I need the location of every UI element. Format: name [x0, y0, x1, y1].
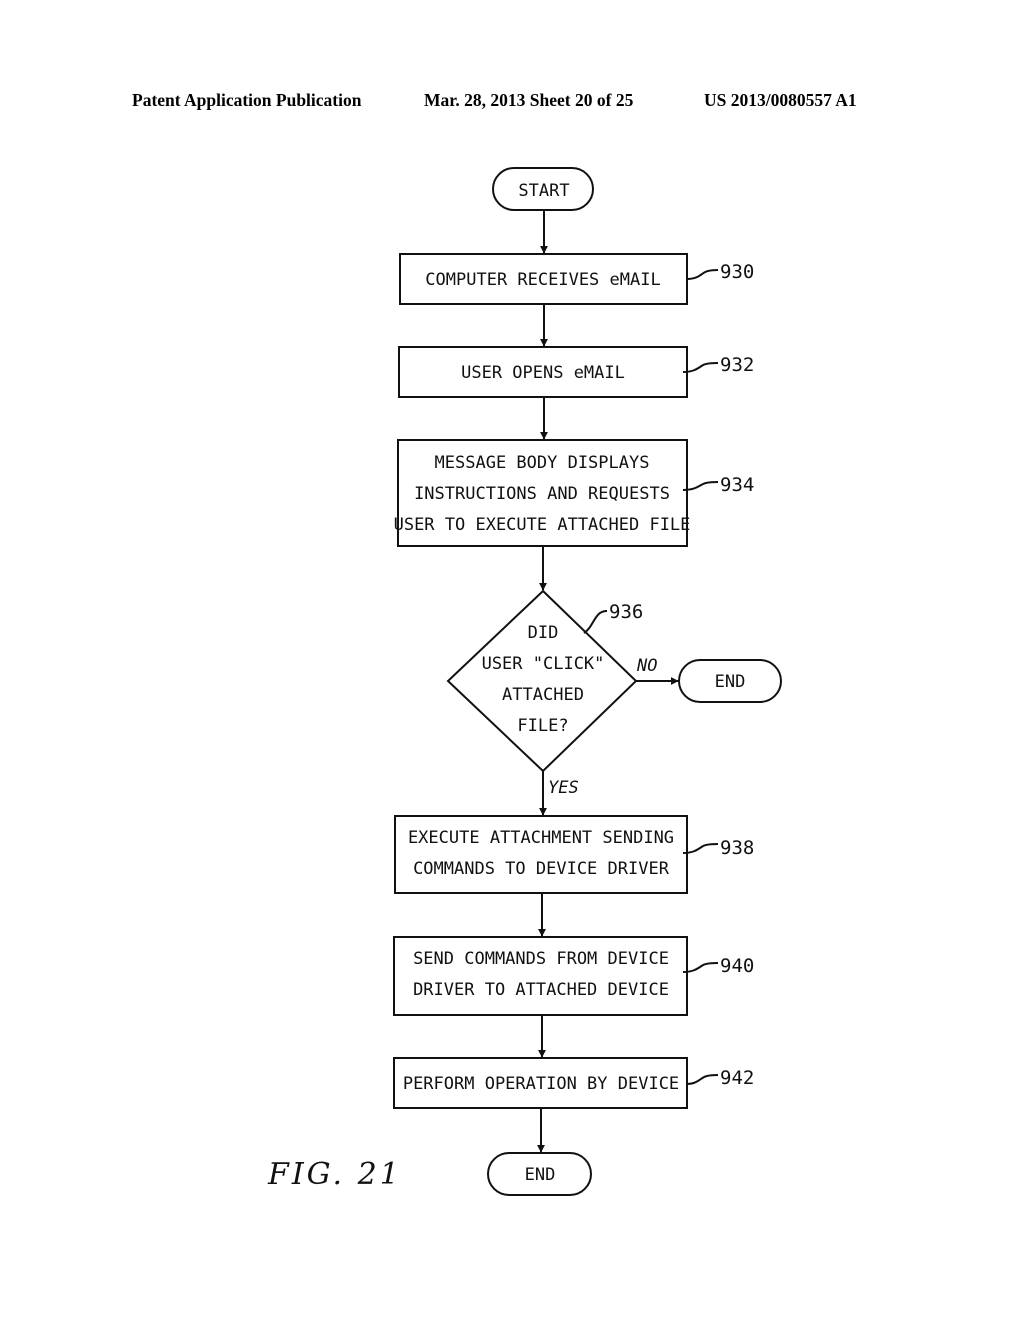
step-938-line-1: EXECUTE ATTACHMENT SENDING	[408, 828, 674, 848]
start-label: START	[518, 181, 569, 201]
ref-934: 934	[720, 474, 754, 496]
leader-930	[686, 269, 719, 280]
leader-942	[686, 1074, 719, 1085]
step-938-line-2: COMMANDS TO DEVICE DRIVER	[413, 859, 670, 879]
step-930-label: COMPUTER RECEIVES eMAIL	[425, 270, 660, 290]
decision-line-3: ATTACHED	[502, 685, 584, 705]
ref-930: 930	[720, 261, 754, 283]
end-no-label: END	[715, 672, 746, 692]
end-label: END	[525, 1165, 556, 1185]
decision-line-2: USER "CLICK"	[482, 654, 605, 674]
yes-label: YES	[548, 778, 579, 798]
flowchart: START COMPUTER RECEIVES eMAIL 930 USER O…	[267, 167, 782, 1196]
step-940-line-1: SEND COMMANDS FROM DEVICE	[413, 949, 669, 969]
step-942-label: PERFORM OPERATION BY DEVICE	[403, 1074, 679, 1094]
step-940-line-2: DRIVER TO ATTACHED DEVICE	[413, 980, 669, 1000]
leader-934	[682, 481, 719, 491]
step-932-label: USER OPENS eMAIL	[461, 363, 625, 383]
ref-938: 938	[720, 837, 754, 859]
ref-932: 932	[720, 354, 754, 376]
ref-936: 936	[609, 601, 643, 623]
step-934-line-1: MESSAGE BODY DISPLAYS	[435, 453, 650, 473]
step-934-line-2: INSTRUCTIONS AND REQUESTS	[414, 484, 670, 504]
leader-938	[682, 843, 719, 854]
leader-940	[682, 962, 719, 973]
decision-line-1: DID	[528, 623, 559, 643]
decision-diamond-936	[446, 589, 638, 773]
ref-942: 942	[720, 1067, 754, 1089]
decision-line-4: FILE?	[517, 716, 568, 736]
figure-label: FIG. 21	[267, 1157, 402, 1192]
step-934-line-3: USER TO EXECUTE ATTACHED FILE	[394, 515, 691, 535]
ref-940: 940	[720, 955, 754, 977]
leader-936	[583, 610, 608, 634]
leader-932	[682, 362, 719, 373]
no-label: NO	[636, 656, 657, 676]
